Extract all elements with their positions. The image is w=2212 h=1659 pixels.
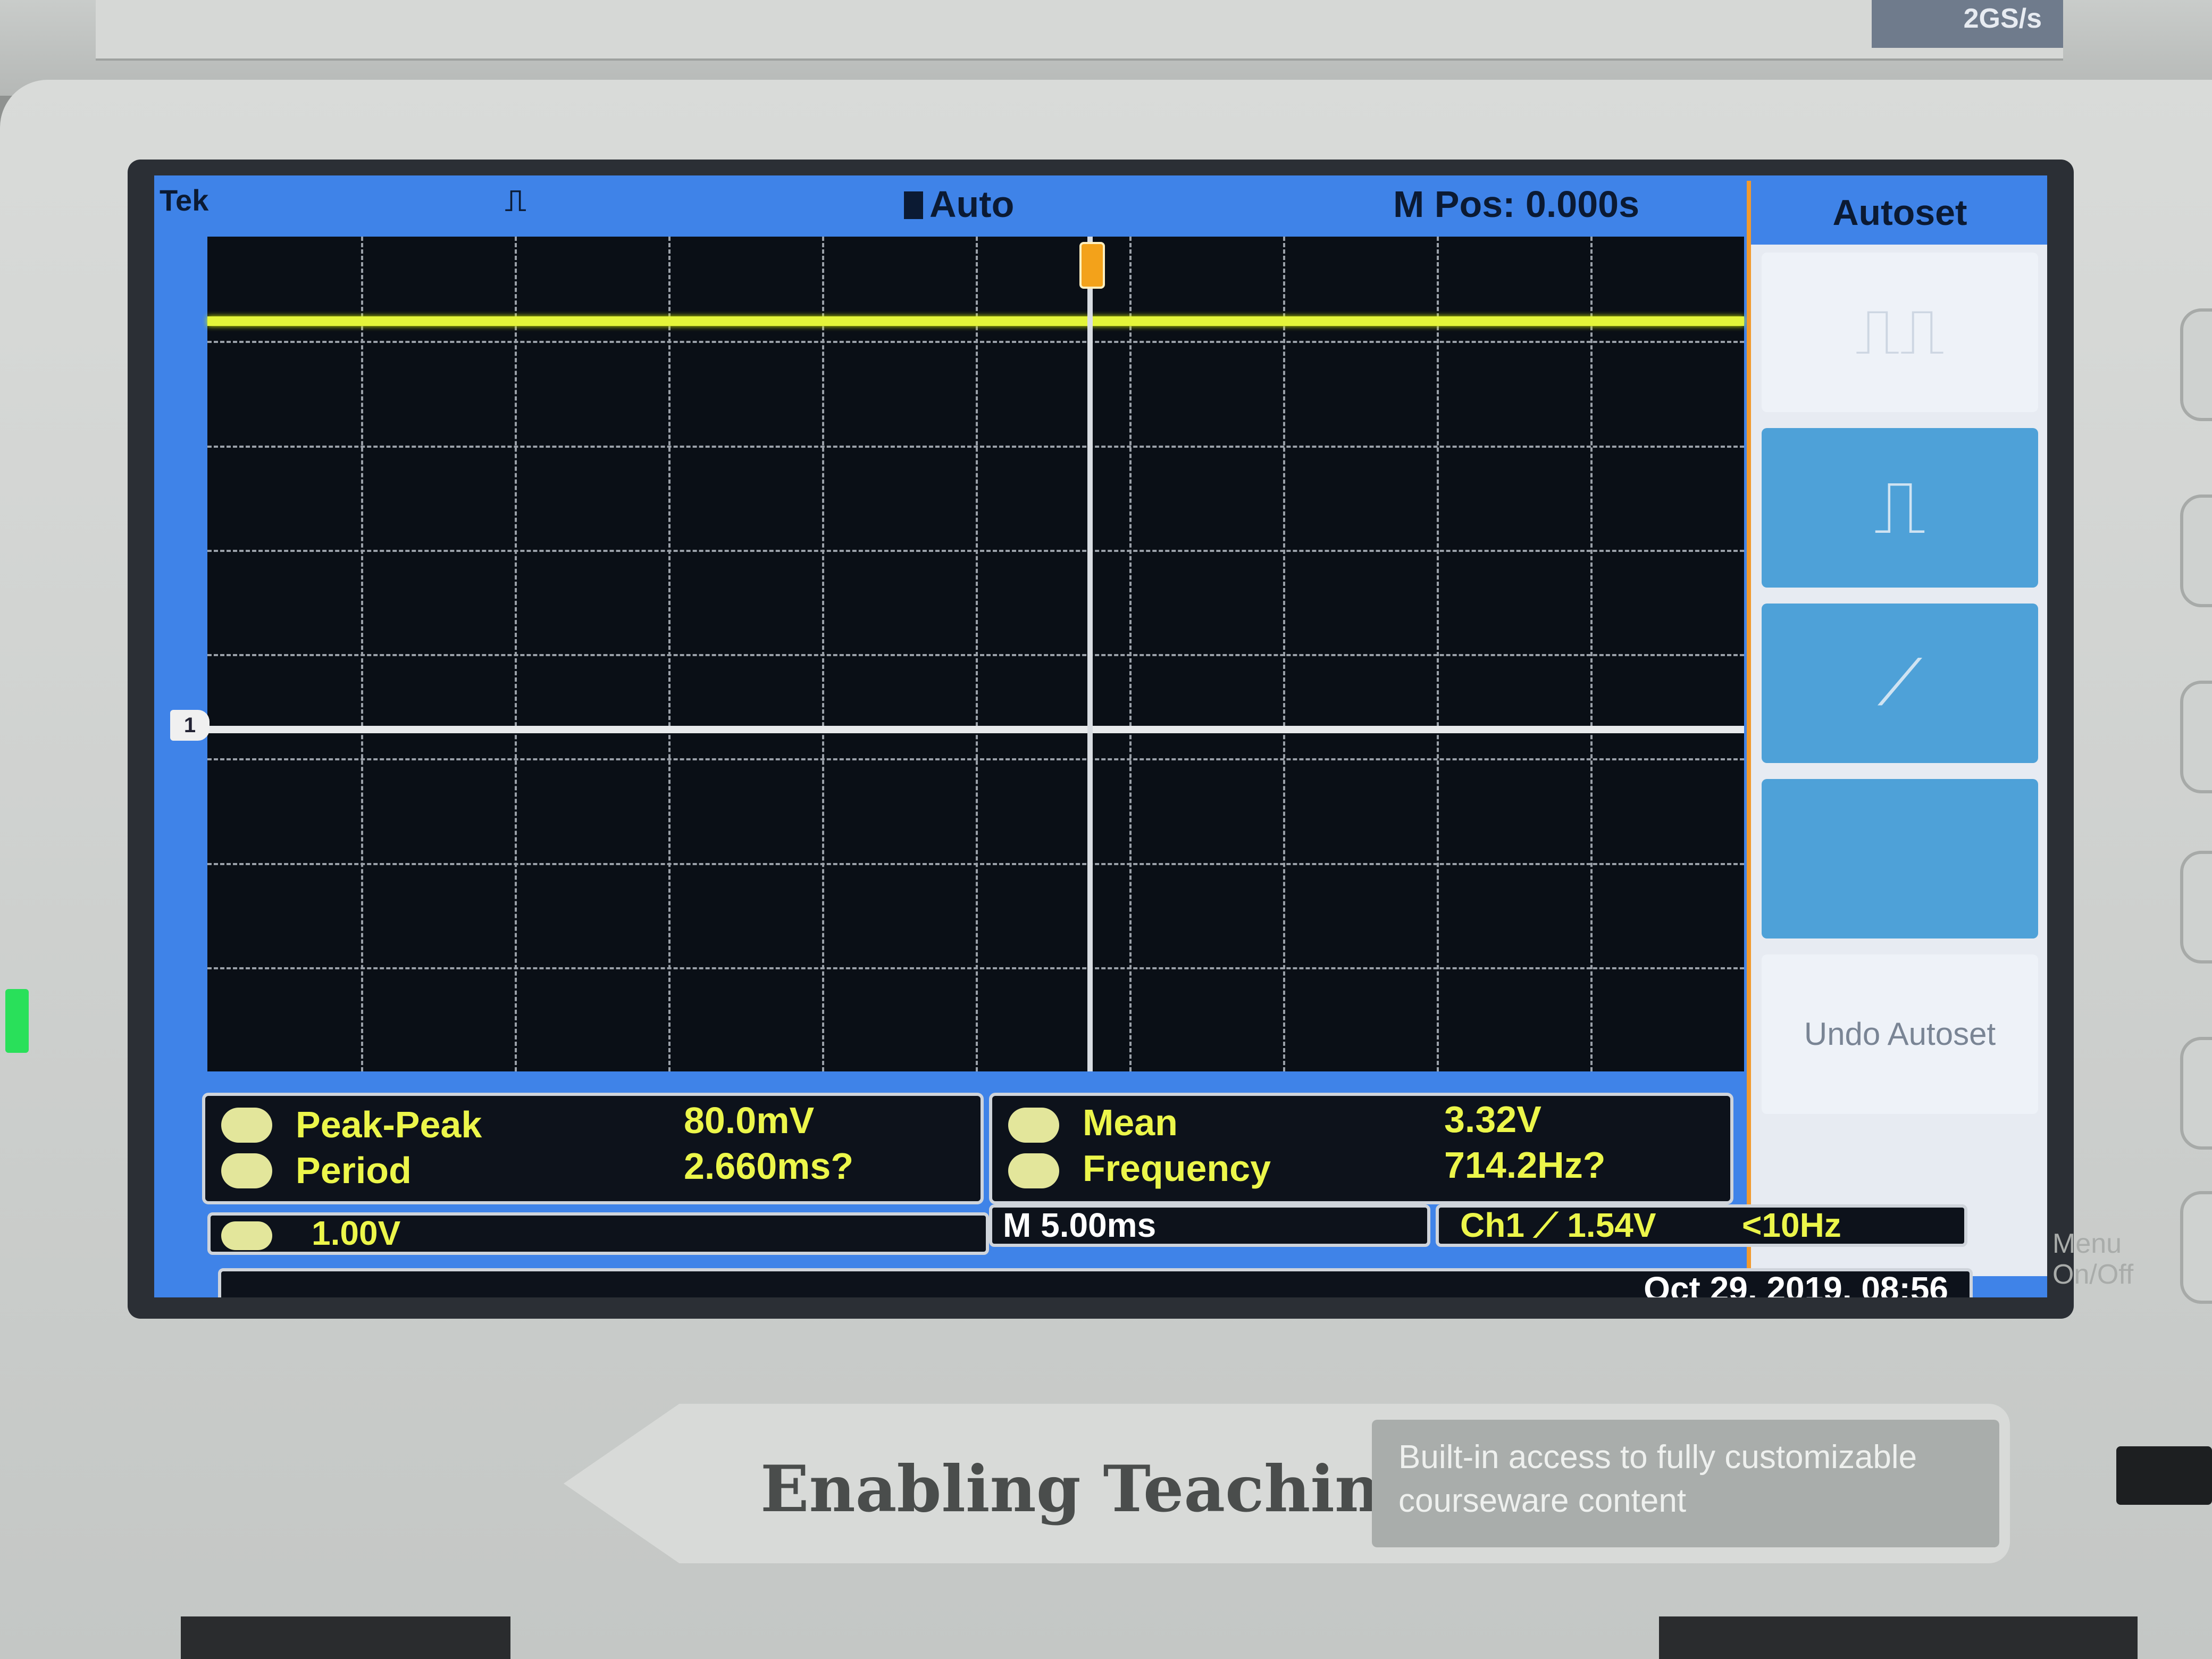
measurement-value: 80.0mV	[684, 1100, 815, 1141]
measurement-panel-left: Peak-Peak 80.0mV Period 2.660ms?	[202, 1093, 984, 1204]
trigger-level: Ch1 ⟋ 1.54V	[1460, 1206, 1656, 1244]
graticule-vertical-line	[668, 237, 671, 1071]
pulse-icon: ⎍	[505, 183, 526, 217]
ch1-ground-marker[interactable]: 1	[170, 710, 210, 741]
instrument-foot	[1659, 1616, 2138, 1659]
usb-port[interactable]	[2116, 1446, 2212, 1505]
horizontal-center-line	[207, 726, 1744, 733]
brand-logo: Tek	[160, 183, 209, 217]
graticule-vertical-line	[361, 237, 363, 1071]
timebase-value: M 5.00ms	[1003, 1206, 1157, 1244]
blank-menu-button[interactable]	[1762, 779, 2038, 939]
vertical-center-line	[1087, 237, 1093, 1071]
graticule-vertical-line	[1129, 237, 1132, 1071]
power-led	[5, 989, 29, 1053]
single-cycle-icon: ⎍	[1873, 465, 1926, 549]
ch1-volts-per-div: 1.00V	[312, 1214, 401, 1252]
status-bar: Tek ⎍ Auto M Pos: 0.000s	[154, 175, 1744, 234]
oscilloscope-screen: Tek ⎍ Auto M Pos: 0.000s 1 Autoset ⎍⎍ ⎍ …	[154, 175, 2047, 1297]
measurement-name: Period	[296, 1150, 412, 1191]
undo-autoset-label: Undo Autoset	[1804, 1016, 1996, 1052]
brand-subtitle: Built-in access to fully customizable co…	[1398, 1439, 1917, 1519]
graticule-vertical-line	[822, 237, 824, 1071]
graticule-vertical-line	[1590, 237, 1593, 1071]
ch1-badge	[1008, 1108, 1059, 1143]
instrument-foot	[181, 1616, 510, 1659]
ch1-badge	[1008, 1153, 1059, 1188]
rising-edge-button[interactable]: ⟋	[1762, 604, 2038, 763]
menu-on-off-label: Menu On/Off	[2052, 1228, 2134, 1290]
bezel-button-2[interactable]	[2180, 495, 2212, 607]
single-cycle-button[interactable]: ⎍	[1762, 428, 2038, 588]
trigger-frequency: <10Hz	[1742, 1206, 1841, 1244]
bezel-button-5[interactable]	[2180, 1037, 2212, 1150]
run-state-icon	[904, 191, 923, 219]
ch1-badge	[221, 1153, 272, 1188]
sample-rate-badge: 2GS/s	[1872, 0, 2063, 48]
side-menu-title: Autoset	[1751, 181, 2047, 245]
ch1-badge	[221, 1108, 272, 1143]
measurement-value: 2.660ms?	[684, 1145, 854, 1187]
date-bar: Oct 29, 2019, 08:56	[218, 1268, 1973, 1297]
measurement-value: 3.32V	[1444, 1099, 1541, 1140]
rising-edge-icon: ⟋	[1878, 647, 1922, 718]
ch1-badge	[221, 1216, 272, 1251]
graticule-vertical-line	[515, 237, 517, 1071]
measurement-name: Frequency	[1083, 1147, 1271, 1189]
autoset-side-menu: Autoset ⎍⎍ ⎍ ⟋ Undo Autoset	[1747, 181, 2047, 1276]
ch1-trace	[207, 316, 1744, 326]
bezel-button-4[interactable]	[2180, 851, 2212, 963]
multi-cycle-icon: ⎍⎍	[1855, 296, 1945, 367]
timebase-bar: M 5.00ms	[989, 1204, 1430, 1247]
graticule-vertical-line	[1283, 237, 1285, 1071]
measurement-name: Peak-Peak	[296, 1104, 482, 1145]
multi-cycle-button[interactable]: ⎍⎍	[1762, 253, 2038, 412]
measurement-panel-right: Mean 3.32V Frequency 714.2Hz?	[989, 1093, 1733, 1204]
measurement-name: Mean	[1083, 1102, 1178, 1143]
horizontal-position: M Pos: 0.000s	[1393, 183, 1639, 225]
ch1-scale-bar: 1.00V	[207, 1212, 989, 1255]
bezel-button-1[interactable]	[2180, 308, 2212, 421]
measurement-value: 714.2Hz?	[1444, 1144, 1606, 1186]
trigger-bar: Ch1 ⟋ 1.54V <10Hz	[1436, 1204, 1967, 1247]
datetime: Oct 29, 2019, 08:56	[1644, 1270, 1948, 1297]
graticule-vertical-line	[1437, 237, 1439, 1071]
undo-autoset-button[interactable]: Undo Autoset	[1762, 954, 2038, 1114]
menu-on-off-button[interactable]	[2180, 1191, 2212, 1304]
graticule-vertical-line	[976, 237, 978, 1071]
waveform-graticule	[207, 237, 1744, 1071]
trigger-mode: Auto	[904, 183, 1014, 225]
model-label-strip	[96, 0, 2063, 61]
trigger-position-marker[interactable]	[1079, 242, 1105, 289]
brand-title: Enabling Teaching	[760, 1452, 1426, 1527]
bezel-button-3[interactable]	[2180, 681, 2212, 793]
trigger-mode-label: Auto	[929, 183, 1015, 225]
